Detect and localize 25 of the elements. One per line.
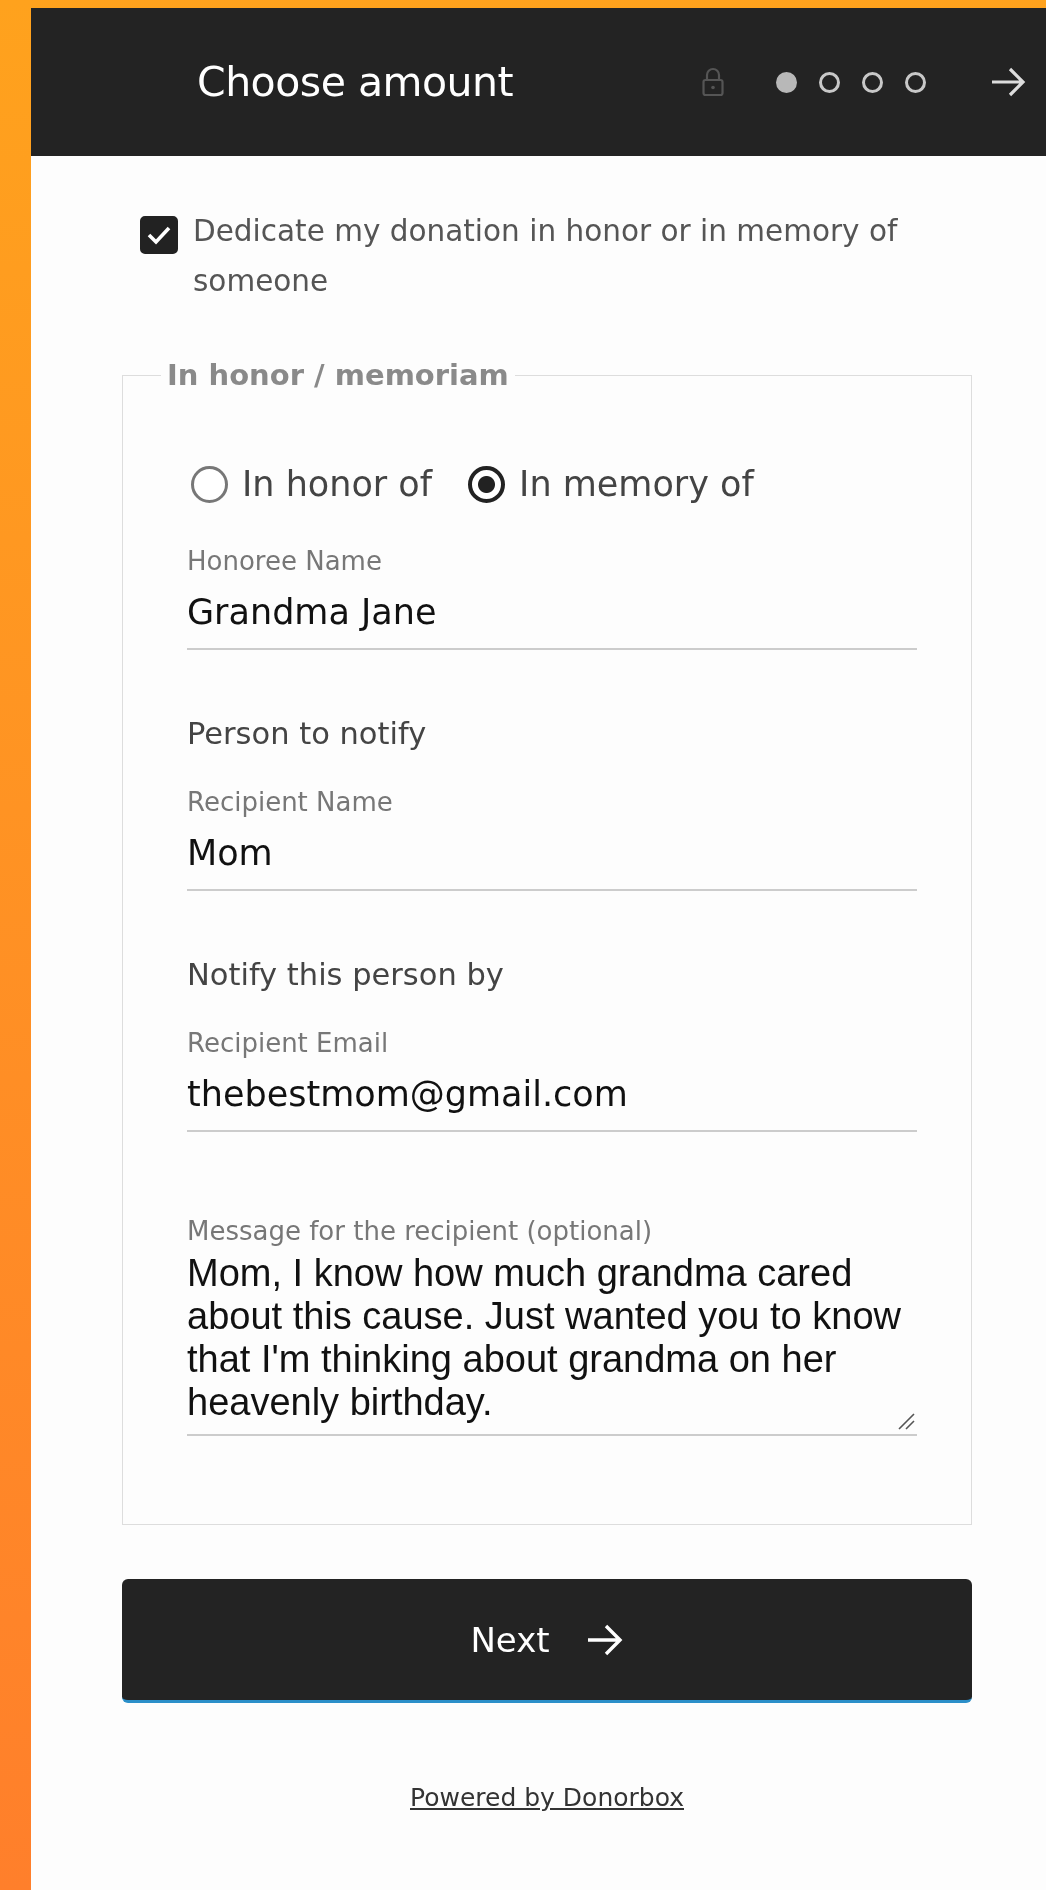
field-label: Recipient Name bbox=[187, 787, 394, 817]
next-button[interactable]: Next bbox=[122, 1579, 972, 1703]
section-label: Person to notify bbox=[187, 716, 428, 751]
field-label: Recipient Email bbox=[187, 1028, 390, 1058]
checkbox-label: Dedicate my donation in honor or in memory of someone bbox=[193, 213, 899, 300]
arrow-right-icon bbox=[585, 1622, 624, 1657]
message-field[interactable]: Mom, I know how much grandma cared about this cause. Just wanted you to know that I'm thinking about grandma on her heavenly birthday. bbox=[187, 1250, 917, 1434]
radio-label: In honor of bbox=[242, 464, 433, 504]
arrow-right-icon[interactable] bbox=[990, 66, 1026, 98]
field-label: Message for the recipient (optional) bbox=[187, 1216, 654, 1246]
input-field[interactable]: Grandma Jane bbox=[187, 584, 917, 650]
checkmark-icon bbox=[146, 224, 172, 246]
field-label: Honoree Name bbox=[187, 546, 383, 576]
radio-button[interactable] bbox=[468, 465, 506, 503]
lock-icon bbox=[702, 67, 724, 97]
fieldset-legend: In honor / memoriam bbox=[161, 358, 515, 392]
radio-button[interactable] bbox=[191, 465, 228, 503]
step-title: Choose amount bbox=[197, 58, 514, 106]
checkbox[interactable] bbox=[140, 216, 178, 254]
powered-by-link[interactable]: Powered by Donorbox bbox=[410, 1783, 684, 1812]
input-field[interactable]: Mom bbox=[187, 825, 917, 891]
input-field[interactable]: thebestmom@gmail.com bbox=[187, 1066, 917, 1132]
section-label: Notify this person by bbox=[187, 957, 505, 992]
radio-label: In memory of bbox=[519, 464, 754, 504]
resize-handle-icon[interactable] bbox=[897, 1412, 915, 1430]
